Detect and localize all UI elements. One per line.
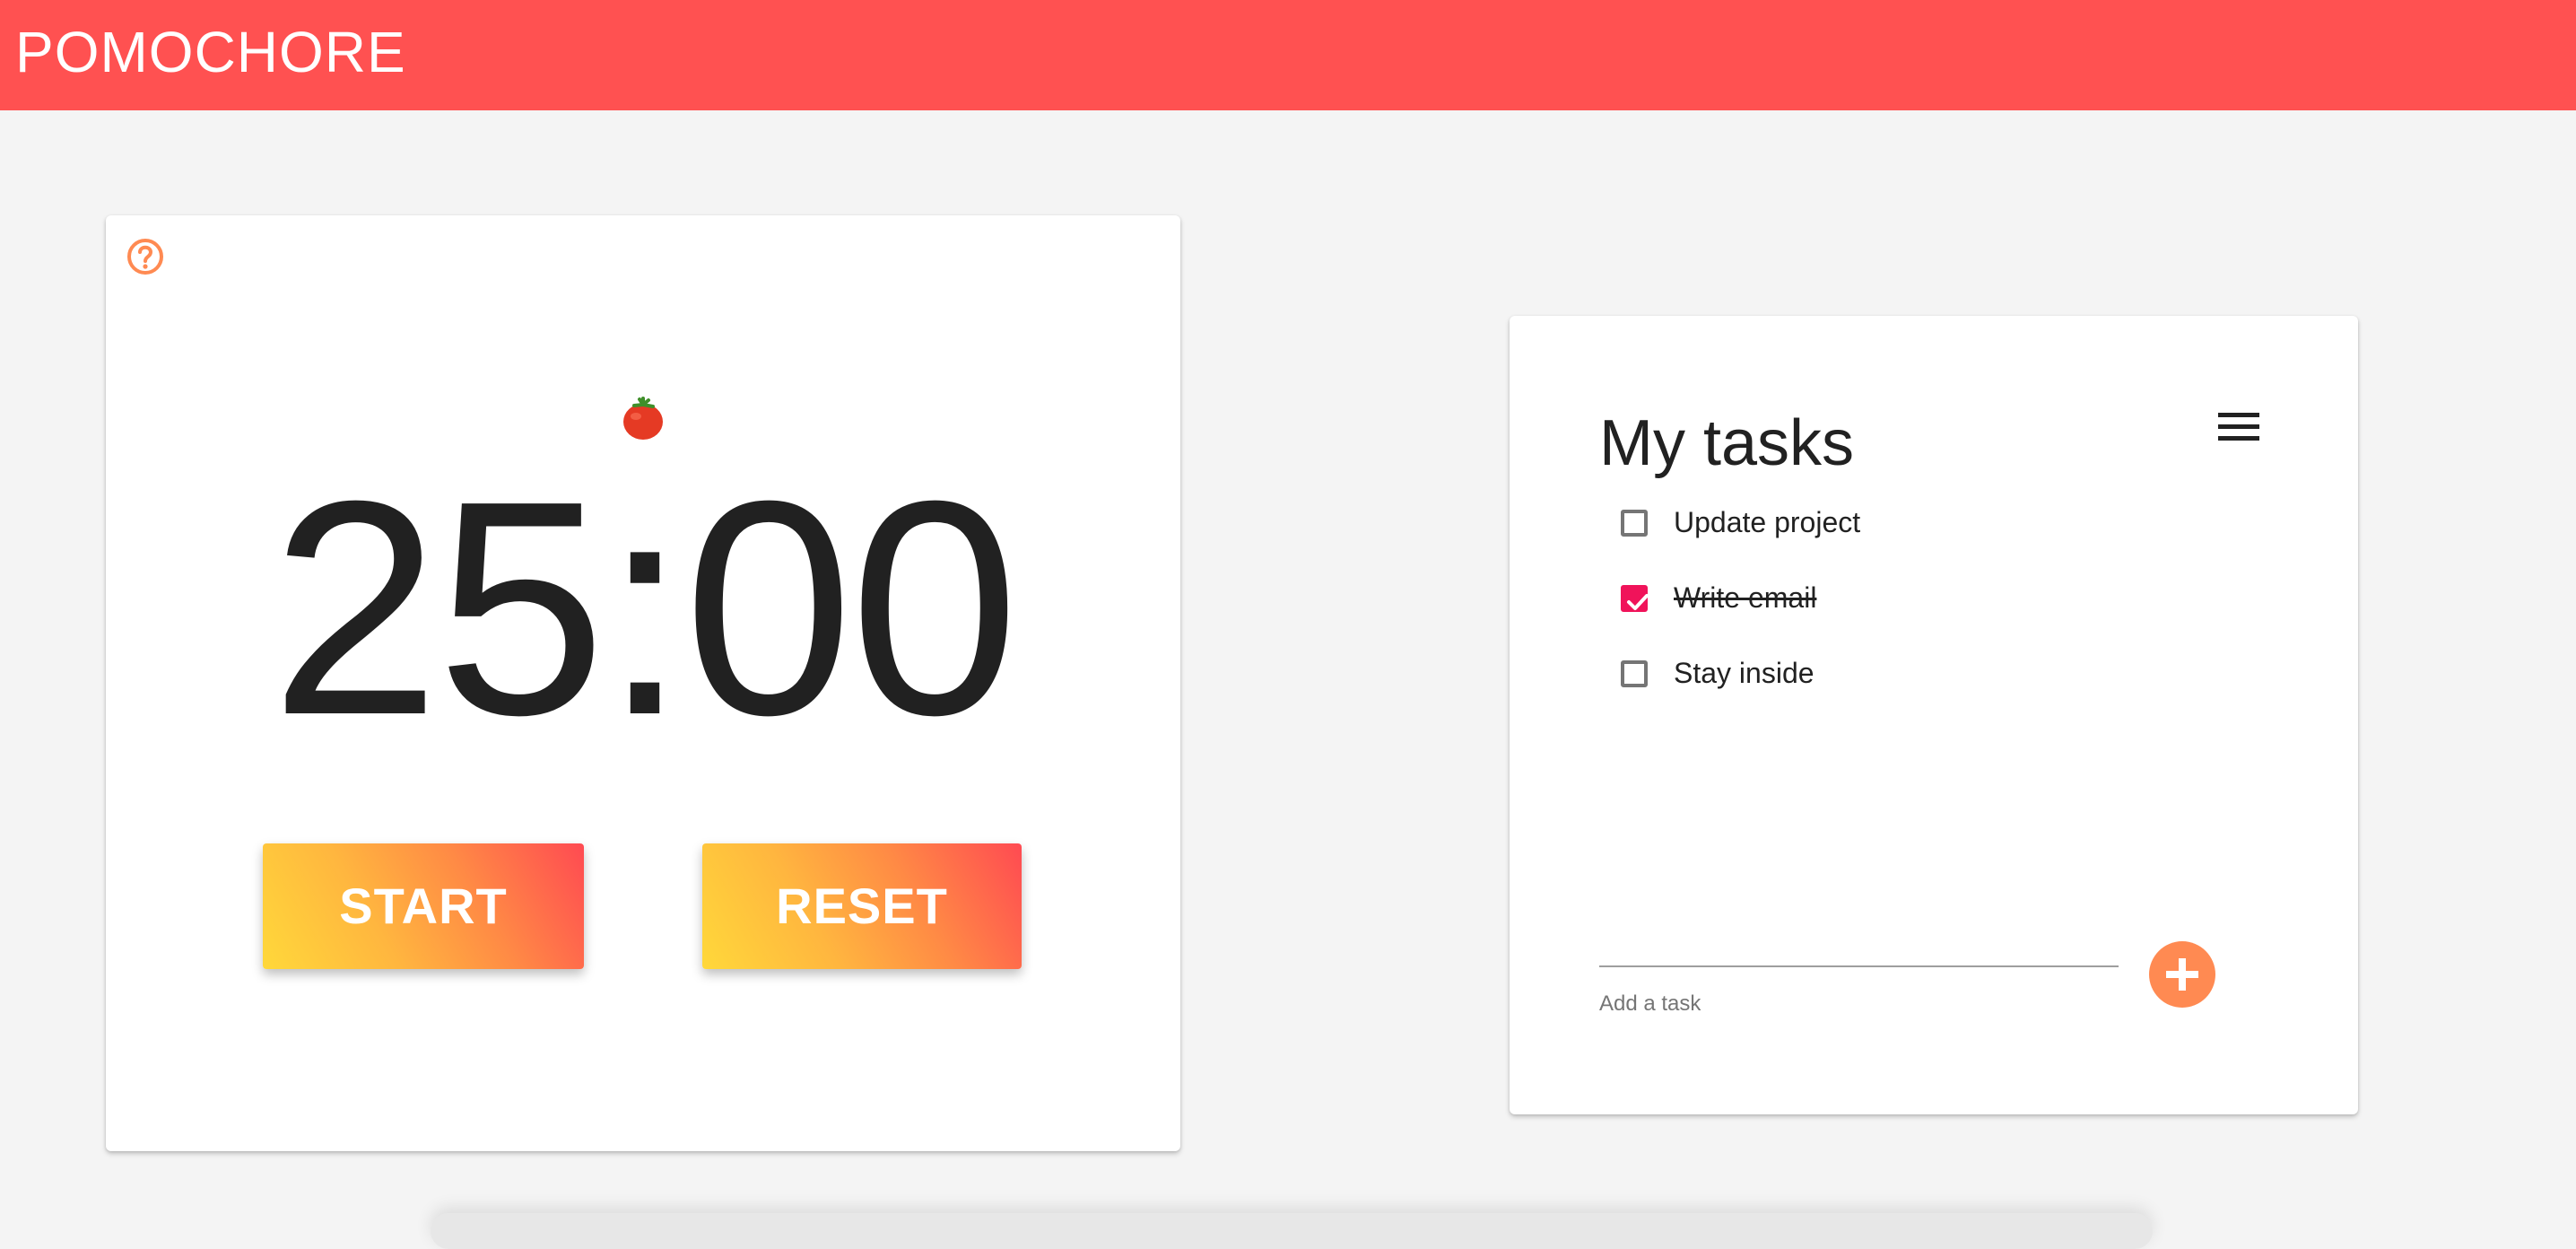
task-item: Write email xyxy=(1617,567,2317,642)
task-item: Update project xyxy=(1617,492,2317,567)
app-header: POMOCHORE xyxy=(0,0,2576,110)
task-checkbox[interactable] xyxy=(1621,585,1649,612)
task-checkbox[interactable] xyxy=(1621,510,1648,537)
question-circle-icon[interactable] xyxy=(126,237,165,276)
task-label: Update project xyxy=(1674,506,1861,538)
start-button[interactable]: START xyxy=(263,843,584,969)
plus-icon xyxy=(2166,958,2198,991)
add-task-button[interactable] xyxy=(2149,941,2215,1008)
tomato-icon xyxy=(621,397,666,441)
checkmark-icon xyxy=(1627,594,1649,610)
tasks-card: My tasks Update project Write email Stay… xyxy=(1510,316,2358,1114)
timer-display: 25:00 xyxy=(270,438,1020,779)
tasks-title: My tasks xyxy=(1599,407,1855,479)
add-task-input[interactable] xyxy=(1599,926,2119,967)
task-item: Stay inside xyxy=(1617,642,2317,718)
reset-button[interactable]: RESET xyxy=(702,843,1022,969)
task-label: Write email xyxy=(1674,581,1817,614)
task-list: Update project Write email Stay inside xyxy=(1617,492,2317,718)
hamburger-menu-icon[interactable] xyxy=(2216,409,2263,447)
add-task-hint: Add a task xyxy=(1599,991,1701,1016)
task-label: Stay inside xyxy=(1674,657,1815,689)
bottom-card-edge xyxy=(431,1213,2153,1249)
timer-card: 25:00 START RESET xyxy=(106,215,1180,1151)
task-checkbox[interactable] xyxy=(1621,660,1648,687)
app-title: POMOCHORE xyxy=(15,20,406,84)
